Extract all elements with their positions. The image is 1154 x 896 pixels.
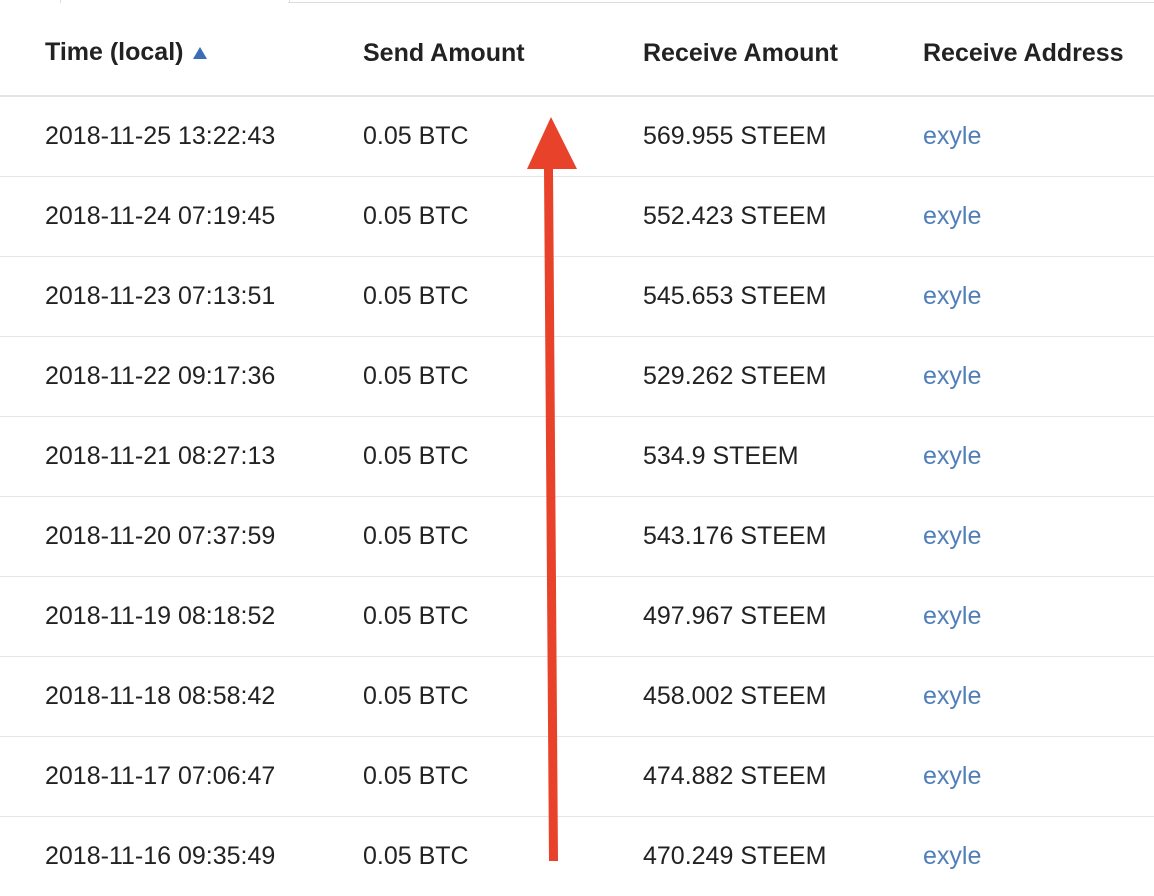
table-row: 2018-11-24 07:19:45 0.05 BTC 552.423 STE… [0,177,1154,257]
tab-strip [0,0,1154,4]
cell-send-amount: 0.05 BTC [363,817,643,896]
tab-divider [288,2,1154,3]
cell-send-amount: 0.05 BTC [363,96,643,177]
cell-send-amount: 0.05 BTC [363,257,643,337]
receive-address-link[interactable]: exyle [923,282,981,310]
cell-send-amount: 0.05 BTC [363,577,643,657]
cell-time: 2018-11-18 08:58:42 [0,657,363,737]
cell-time: 2018-11-24 07:19:45 [0,177,363,257]
receive-address-link[interactable]: exyle [923,682,981,710]
column-header-receive-amount[interactable]: Receive Amount [643,11,923,96]
cell-receive-amount: 470.249 STEEM [643,817,923,896]
cell-time: 2018-11-25 13:22:43 [0,96,363,177]
receive-address-link[interactable]: exyle [923,362,981,390]
column-header-receive-amount-label: Receive Amount [643,39,838,67]
receive-address-link[interactable]: exyle [923,762,981,790]
cell-receive-amount: 552.423 STEEM [643,177,923,257]
cell-receive-address: exyle [923,177,1154,257]
cell-receive-address: exyle [923,337,1154,417]
cell-receive-amount: 545.653 STEEM [643,257,923,337]
cell-send-amount: 0.05 BTC [363,737,643,817]
cell-send-amount: 0.05 BTC [363,657,643,737]
cell-time: 2018-11-17 07:06:47 [0,737,363,817]
cell-receive-address: exyle [923,657,1154,737]
cell-time: 2018-11-22 09:17:36 [0,337,363,417]
cell-send-amount: 0.05 BTC [363,417,643,497]
cell-receive-amount: 529.262 STEEM [643,337,923,417]
column-header-receive-address-label: Receive Address [923,39,1124,67]
cell-receive-address: exyle [923,577,1154,657]
cell-receive-amount: 474.882 STEEM [643,737,923,817]
table-row: 2018-11-20 07:37:59 0.05 BTC 543.176 STE… [0,497,1154,577]
cell-receive-address: exyle [923,737,1154,817]
cell-receive-address: exyle [923,817,1154,896]
cell-receive-address: exyle [923,497,1154,577]
receive-address-link[interactable]: exyle [923,122,981,150]
cell-send-amount: 0.05 BTC [363,497,643,577]
receive-address-link[interactable]: exyle [923,442,981,470]
cell-time: 2018-11-23 07:13:51 [0,257,363,337]
table-row: 2018-11-18 08:58:42 0.05 BTC 458.002 STE… [0,657,1154,737]
table-row: 2018-11-22 09:17:36 0.05 BTC 529.262 STE… [0,337,1154,417]
table-header-row: Time (local) Send Amount Receive Amount … [0,11,1154,96]
cell-time: 2018-11-16 09:35:49 [0,817,363,896]
cell-time: 2018-11-20 07:37:59 [0,497,363,577]
cell-receive-amount: 543.176 STEEM [643,497,923,577]
order-history-table: Time (local) Send Amount Receive Amount … [0,11,1154,896]
table-row: 2018-11-25 13:22:43 0.05 BTC 569.955 STE… [0,96,1154,177]
cell-receive-amount: 497.967 STEEM [643,577,923,657]
cell-time: 2018-11-19 08:18:52 [0,577,363,657]
receive-address-link[interactable]: exyle [923,522,981,550]
column-header-time[interactable]: Time (local) [0,11,363,96]
column-header-send-amount-label: Send Amount [363,39,525,67]
active-tab-edge[interactable] [60,0,290,3]
cell-receive-address: exyle [923,417,1154,497]
table-row: 2018-11-21 08:27:13 0.05 BTC 534.9 STEEM… [0,417,1154,497]
cell-receive-amount: 458.002 STEEM [643,657,923,737]
receive-address-link[interactable]: exyle [923,842,981,870]
cell-receive-address: exyle [923,96,1154,177]
cell-send-amount: 0.05 BTC [363,337,643,417]
cell-receive-amount: 534.9 STEEM [643,417,923,497]
receive-address-link[interactable]: exyle [923,202,981,230]
cell-send-amount: 0.05 BTC [363,177,643,257]
table-row: 2018-11-16 09:35:49 0.05 BTC 470.249 STE… [0,817,1154,896]
cell-receive-amount: 569.955 STEEM [643,96,923,177]
column-header-time-label: Time (local) [45,38,183,66]
cell-receive-address: exyle [923,257,1154,337]
column-header-send-amount[interactable]: Send Amount [363,11,643,96]
table-row: 2018-11-17 07:06:47 0.05 BTC 474.882 STE… [0,737,1154,817]
table-row: 2018-11-23 07:13:51 0.05 BTC 545.653 STE… [0,257,1154,337]
sort-ascending-icon[interactable] [193,37,207,66]
receive-address-link[interactable]: exyle [923,602,981,630]
table-row: 2018-11-19 08:18:52 0.05 BTC 497.967 STE… [0,577,1154,657]
column-header-receive-address[interactable]: Receive Address [923,11,1154,96]
cell-time: 2018-11-21 08:27:13 [0,417,363,497]
